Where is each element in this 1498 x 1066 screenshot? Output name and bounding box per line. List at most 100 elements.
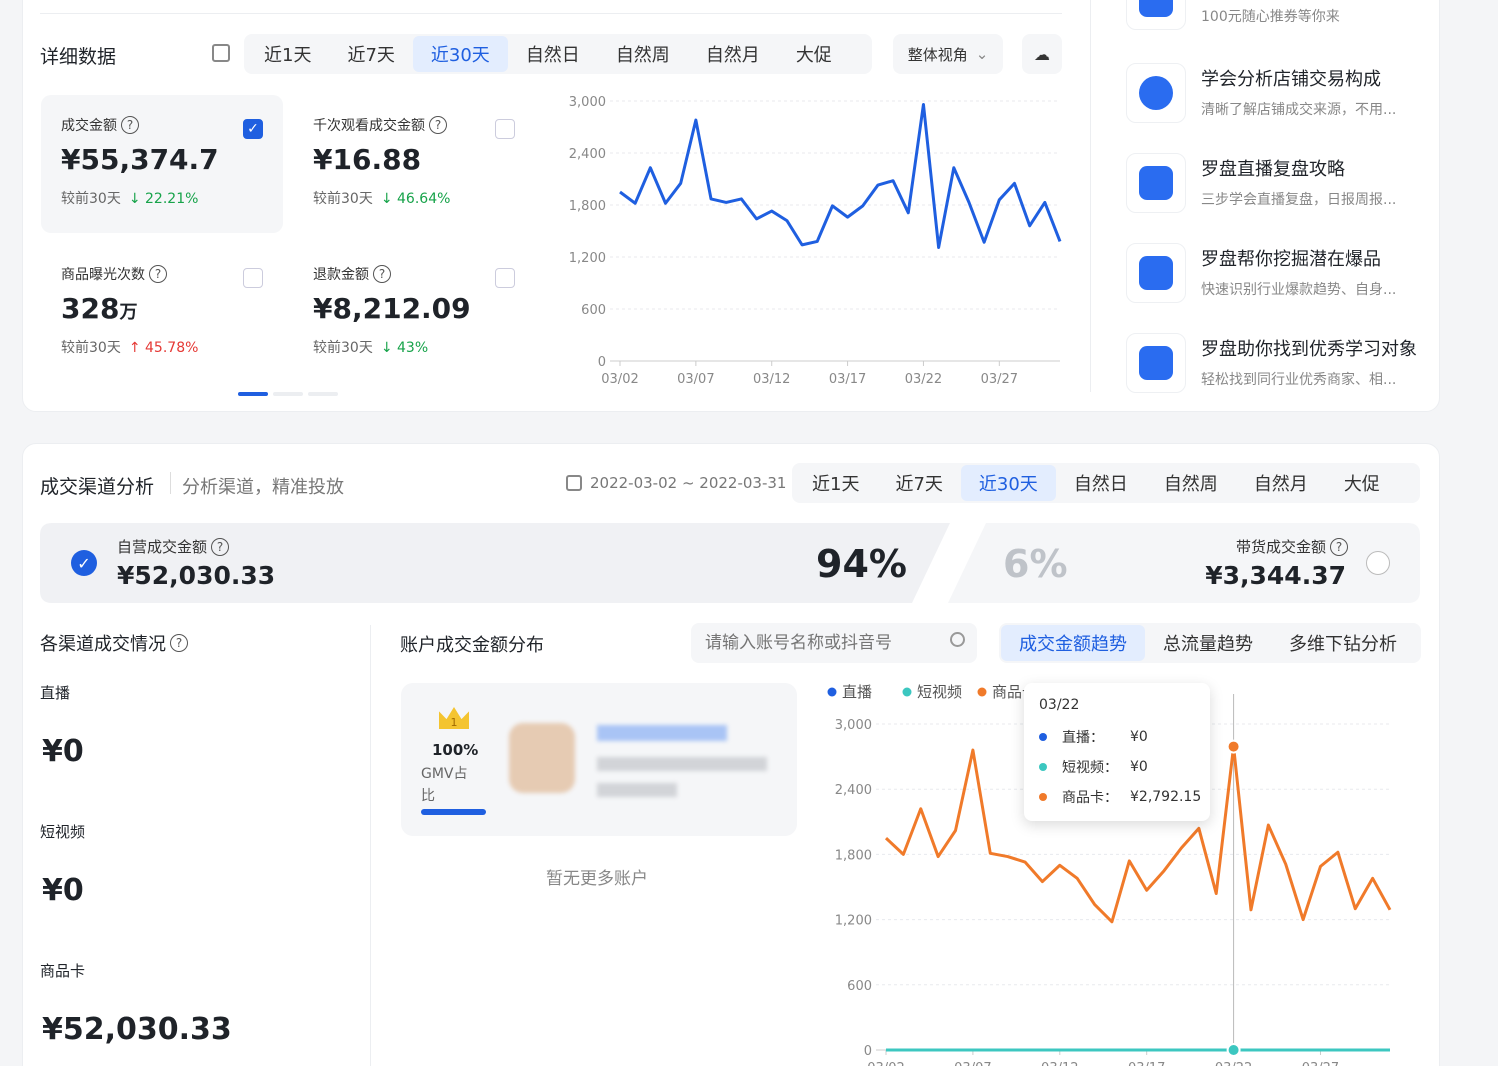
help-icon[interactable]: ? bbox=[1330, 537, 1348, 556]
view-select[interactable]: 整体视角 ⌄ bbox=[893, 34, 1003, 74]
self-label-text: 自营成交金额 bbox=[117, 538, 208, 556]
top-tab-30d[interactable]: 近30天 bbox=[412, 36, 508, 72]
download-button[interactable]: ☁ bbox=[1022, 34, 1062, 74]
affiliate-label: 带货成交金额? bbox=[1236, 536, 1348, 557]
tooltip-label: 短视频： bbox=[1062, 760, 1118, 776]
channel-live-value: ¥0 bbox=[42, 734, 84, 769]
view-select-value: 整体视角 bbox=[907, 45, 968, 64]
help-icon[interactable]: ? bbox=[211, 537, 230, 556]
trend-tab-gmv[interactable]: 成交金额趋势 bbox=[1001, 625, 1145, 661]
metric-change: ↓ 46.64% bbox=[380, 191, 451, 207]
y-tick-label: 3,000 bbox=[569, 95, 606, 110]
date-range[interactable]: 2022-03-02 ~ 2022-03-31 bbox=[590, 474, 786, 492]
top-tab-natural-day[interactable]: 自然日 bbox=[508, 36, 598, 72]
metric-value: ¥8,212.09 bbox=[313, 292, 471, 325]
metric-compare-label: 较前30天 bbox=[61, 340, 121, 356]
title-separator bbox=[170, 472, 171, 494]
channel-video-label: 短视频 bbox=[40, 823, 86, 841]
channel-card-value: ¥52,030.33 bbox=[42, 1012, 232, 1047]
tip-item-hot-products[interactable]: 罗盘帮你挖掘潜在爆品 快速识别行业爆款趋势、自身... bbox=[1126, 243, 1426, 303]
tip-desc: 三步学会直播复盘，日报周报... bbox=[1201, 192, 1397, 208]
metric-value: 328 bbox=[61, 292, 120, 325]
metric-compare-label: 较前30天 bbox=[61, 191, 121, 207]
top-tab-1d[interactable]: 近1天 bbox=[246, 36, 329, 72]
trend-tab-traffic[interactable]: 总流量趋势 bbox=[1145, 625, 1271, 661]
y-tick-label: 1,800 bbox=[569, 199, 606, 214]
tip-title: 罗盘助你找到优秀学习对象 bbox=[1201, 339, 1417, 360]
tip-item-live-review[interactable]: 罗盘直播复盘攻略 三步学会直播复盘，日报周报... bbox=[1126, 153, 1426, 213]
top-divider bbox=[40, 13, 1062, 14]
pager-dot-active[interactable] bbox=[238, 392, 268, 396]
channel-tab-30d[interactable]: 近30天 bbox=[960, 465, 1056, 501]
channel-range-tabs: 近1天 近7天 近30天 自然日 自然周 自然月 大促 bbox=[792, 463, 1420, 503]
x-tick-label: 03/12 bbox=[753, 372, 790, 387]
metric-checkbox[interactable]: ✓ bbox=[243, 119, 263, 139]
account-search-box[interactable] bbox=[691, 623, 977, 663]
channel-tab-natural-week[interactable]: 自然周 bbox=[1146, 465, 1236, 501]
metric-value: ¥55,374.7 bbox=[61, 143, 219, 176]
y-tick-label: 0 bbox=[598, 355, 606, 370]
x-tick-label: 03/02 bbox=[867, 1061, 904, 1066]
top-tab-natural-week[interactable]: 自然周 bbox=[598, 36, 688, 72]
gmv-trend-chart: 0 600 1,200 1,800 2,400 3,000 03/02 03/07 03/12 0… bbox=[569, 95, 1062, 387]
tip-desc: 清晰了解店铺成交来源，不用... bbox=[1201, 102, 1397, 118]
no-more-accounts: 暂无更多账户 bbox=[546, 869, 648, 889]
legend-dot bbox=[1039, 733, 1047, 741]
hover-point bbox=[1226, 739, 1241, 754]
calendar-icon[interactable] bbox=[212, 44, 230, 62]
tip-title: 罗盘直播复盘攻略 bbox=[1201, 159, 1345, 180]
metric-exposure[interactable]: 商品曝光次数? 328万 较前30天 ↑ 45.78% bbox=[41, 244, 283, 382]
pager-dot[interactable] bbox=[308, 392, 338, 396]
metric-checkbox[interactable] bbox=[243, 268, 263, 288]
detail-data-title: 详细数据 bbox=[40, 46, 117, 68]
calendar-icon[interactable] bbox=[566, 475, 582, 491]
self-radio[interactable]: ✓ bbox=[71, 550, 97, 576]
pager-dot[interactable] bbox=[273, 392, 303, 396]
metric-refund[interactable]: 退款金额? ¥8,212.09 较前30天 ↓ 43% bbox=[293, 244, 535, 382]
store-icon bbox=[1126, 333, 1186, 393]
help-icon[interactable]: ? bbox=[170, 634, 188, 652]
shopping-bag-icon bbox=[1126, 243, 1186, 303]
metric-change-value: 43% bbox=[397, 340, 429, 356]
channel-tab-natural-month[interactable]: 自然月 bbox=[1236, 465, 1326, 501]
affiliate-radio[interactable] bbox=[1366, 551, 1390, 575]
search-icon[interactable] bbox=[950, 632, 965, 647]
gmv-share-label: GMV占比 bbox=[421, 766, 468, 804]
metric-checkbox[interactable] bbox=[495, 268, 515, 288]
channel-tab-1d[interactable]: 近1天 bbox=[794, 465, 877, 501]
metric-unit: 万 bbox=[119, 302, 138, 323]
legend-label: 短视频 bbox=[917, 683, 962, 701]
top-tab-natural-month[interactable]: 自然月 bbox=[688, 36, 778, 72]
trend-tab-drilldown[interactable]: 多维下钻分析 bbox=[1271, 625, 1415, 661]
top-tab-7d[interactable]: 近7天 bbox=[329, 36, 412, 72]
metric-compare-label: 较前30天 bbox=[313, 191, 373, 207]
tip-item-coupon[interactable]: 100元随心推券等你来 bbox=[1126, 0, 1426, 30]
help-icon[interactable]: ? bbox=[149, 265, 167, 283]
metric-change-value: 46.64% bbox=[397, 191, 451, 207]
account-id-blurred bbox=[597, 757, 767, 771]
metric-checkbox[interactable] bbox=[495, 119, 515, 139]
account-card[interactable]: 1 100% GMV占比 bbox=[401, 683, 797, 836]
x-tick-label: 03/07 bbox=[677, 372, 714, 387]
legend-dot bbox=[827, 687, 837, 697]
document-icon bbox=[1126, 153, 1186, 213]
metric-label: 商品曝光次数 bbox=[61, 267, 145, 283]
x-tick-label: 03/22 bbox=[1215, 1061, 1252, 1066]
help-icon[interactable]: ? bbox=[121, 116, 139, 134]
tips-divider bbox=[1090, 0, 1091, 392]
metric-gpm[interactable]: 千次观看成交金额? ¥16.88 较前30天 ↓ 46.64% bbox=[293, 95, 535, 233]
tip-item-benchmark[interactable]: 罗盘助你找到优秀学习对象 轻松找到同行业优秀商家、相... bbox=[1126, 333, 1426, 393]
self-label: 自营成交金额? bbox=[117, 536, 230, 557]
top-tab-promo[interactable]: 大促 bbox=[778, 36, 850, 72]
metric-label: 成交金额 bbox=[61, 118, 117, 134]
chart-tooltip: 03/22 直播： ¥0 短视频： ¥0 商品卡： ¥2,792.15 bbox=[1024, 683, 1210, 821]
self-pct: 94% bbox=[816, 542, 907, 586]
channel-tab-promo[interactable]: 大促 bbox=[1326, 465, 1398, 501]
metric-gmv[interactable]: 成交金额? ¥55,374.7 较前30天 ↓ 22.21% ✓ bbox=[41, 95, 283, 233]
tip-item-trade-structure[interactable]: 学会分析店铺交易构成 清晰了解店铺成交来源，不用... bbox=[1126, 63, 1426, 123]
help-icon[interactable]: ? bbox=[429, 116, 447, 134]
channel-tab-natural-day[interactable]: 自然日 bbox=[1056, 465, 1146, 501]
channel-tab-7d[interactable]: 近7天 bbox=[877, 465, 960, 501]
account-search-input[interactable] bbox=[705, 629, 935, 657]
help-icon[interactable]: ? bbox=[373, 265, 391, 283]
